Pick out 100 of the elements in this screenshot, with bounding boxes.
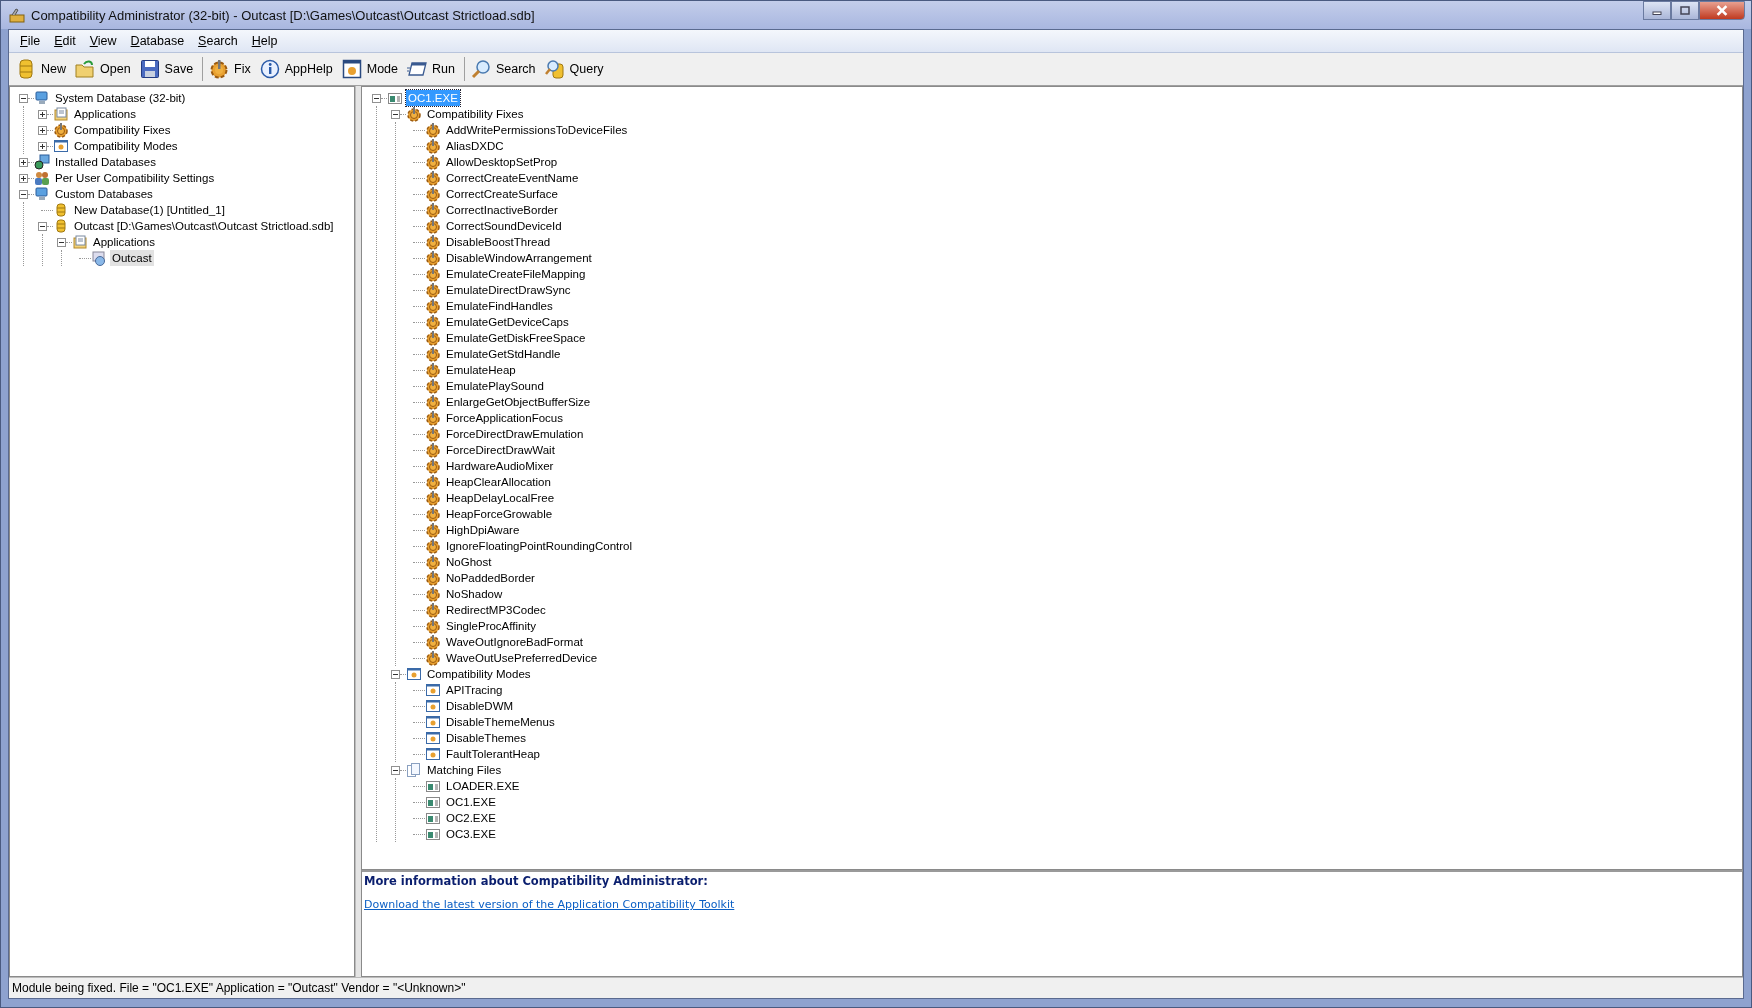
collapse-icon[interactable] — [372, 93, 381, 103]
tree-item[interactable]: EmulateGetStdHandle — [444, 346, 563, 362]
tree-item[interactable]: NoShadow — [444, 586, 505, 602]
tree-item[interactable]: OC3.EXE — [444, 826, 498, 842]
tree-item[interactable]: SingleProcAffinity — [444, 618, 538, 634]
toolbar-button[interactable]: Fix — [206, 57, 257, 81]
tree-item[interactable]: AddWritePermissionsToDeviceFiles — [444, 122, 630, 138]
tree-item[interactable]: DisableThemeMenus — [444, 714, 557, 730]
tree-item[interactable]: EmulateFindHandles — [444, 298, 555, 314]
tree-item[interactable]: DisableBoostThread — [444, 234, 553, 250]
tree-item[interactable]: HardwareAudioMixer — [444, 458, 556, 474]
tree-item[interactable]: DisableDWM — [444, 698, 516, 714]
tree-item[interactable]: DisableWindowArrangement — [444, 250, 594, 266]
collapse-icon[interactable] — [391, 765, 400, 775]
gear-icon — [425, 490, 441, 506]
tree-item[interactable]: Compatibility Modes — [72, 138, 180, 154]
tree-item[interactable]: HeapDelayLocalFree — [444, 490, 557, 506]
tree-item[interactable]: EmulateGetDeviceCaps — [444, 314, 571, 330]
tree-item[interactable]: EnlargeGetObjectBufferSize — [444, 394, 593, 410]
menu-item[interactable]: Help — [244, 34, 285, 48]
tree-item[interactable]: EmulateHeap — [444, 362, 518, 378]
tree-item[interactable]: Custom Databases — [53, 186, 155, 202]
window-gear-icon — [425, 698, 441, 714]
expand-icon[interactable] — [38, 141, 47, 151]
tree-item[interactable]: WaveOutUsePreferredDevice — [444, 650, 600, 666]
tree-item[interactable]: Matching Files — [425, 762, 504, 778]
tree-item[interactable]: Compatibility Fixes — [72, 122, 173, 138]
tree-item[interactable]: Installed Databases — [53, 154, 158, 170]
tree-item[interactable]: AliasDXDC — [444, 138, 506, 154]
tree-item[interactable]: DisableThemes — [444, 730, 528, 746]
toolbar-button[interactable]: Search — [467, 57, 542, 81]
tree-item[interactable]: New Database(1) [Untitled_1] — [72, 202, 227, 218]
collapse-icon[interactable] — [391, 109, 400, 119]
menu-item[interactable]: Edit — [47, 34, 83, 48]
tree-item[interactable]: Applications — [72, 106, 138, 122]
tree-item[interactable]: Outcast — [110, 250, 154, 266]
tree-item[interactable]: AllowDesktopSetProp — [444, 154, 560, 170]
tree-item[interactable]: OC1.EXE — [444, 794, 498, 810]
expand-icon[interactable] — [38, 125, 47, 135]
toolbar-button[interactable]: Mode — [338, 57, 404, 81]
tree-item[interactable]: Compatibility Fixes — [425, 106, 526, 122]
expand-icon[interactable] — [19, 157, 28, 167]
tree-item[interactable]: ForceApplicationFocus — [444, 410, 565, 426]
collapse-icon[interactable] — [19, 189, 28, 199]
toolbar-button[interactable]: Open — [72, 57, 137, 81]
floppy-icon — [139, 59, 160, 79]
tree-item[interactable]: System Database (32-bit) — [53, 90, 188, 106]
tree-item[interactable]: NoGhost — [444, 554, 494, 570]
toolbar-button[interactable]: New — [13, 57, 72, 81]
tree-item[interactable]: APITracing — [444, 682, 505, 698]
tree-item[interactable]: ForceDirectDrawWait — [444, 442, 557, 458]
status-bar: Module being fixed. File = "OC1.EXE" Application = "Outcast" Vendor = "<Unknown>" — [9, 977, 1743, 998]
collapse-icon[interactable] — [19, 93, 28, 103]
tree-item[interactable]: HighDpiAware — [444, 522, 522, 538]
tree-item[interactable]: Per User Compatibility Settings — [53, 170, 217, 186]
toolbar-button[interactable]: AppHelp — [256, 57, 339, 81]
toolbar-button[interactable]: Save — [136, 57, 200, 81]
computer-icon — [34, 186, 50, 202]
tree-item[interactable]: CorrectCreateSurface — [444, 186, 560, 202]
gear-icon — [425, 186, 441, 202]
window-gear-icon — [341, 59, 362, 79]
close-icon — [1715, 5, 1729, 16]
menu-item[interactable]: View — [82, 34, 124, 48]
maximize-button[interactable] — [1671, 1, 1699, 20]
exe-window-icon — [425, 810, 441, 826]
tree-item[interactable]: EmulatePlaySound — [444, 378, 546, 394]
tree-item[interactable]: IgnoreFloatingPointRoundingControl — [444, 538, 635, 554]
tree-item[interactable]: RedirectMP3Codec — [444, 602, 548, 618]
exe-window-icon — [425, 778, 441, 794]
collapse-icon[interactable] — [391, 669, 400, 679]
collapse-icon[interactable] — [38, 221, 47, 231]
expand-icon[interactable] — [38, 109, 47, 119]
tree-item[interactable]: EmulateGetDiskFreeSpace — [444, 330, 588, 346]
toolbar-button[interactable]: Query — [541, 57, 610, 81]
tree-item[interactable]: NoPaddedBorder — [444, 570, 537, 586]
tree-item[interactable]: CorrectSoundDeviceId — [444, 218, 564, 234]
tree-item[interactable]: FaultTolerantHeap — [444, 746, 542, 762]
tree-item[interactable]: Outcast [D:\Games\Outcast\Outcast Strictload.sdb] — [72, 218, 336, 234]
tree-item[interactable]: CorrectCreateEventName — [444, 170, 581, 186]
menu-item[interactable]: Database — [123, 34, 192, 48]
expand-icon[interactable] — [19, 173, 28, 183]
tree-item[interactable]: OC2.EXE — [444, 810, 498, 826]
tree-item[interactable]: EmulateDirectDrawSync — [444, 282, 573, 298]
download-link[interactable]: Download the latest version of the Application Compatibility Toolkit — [364, 898, 735, 911]
minimize-button[interactable] — [1643, 1, 1671, 20]
tree-item[interactable]: ForceDirectDrawEmulation — [444, 426, 586, 442]
collapse-icon[interactable] — [57, 237, 66, 247]
close-button[interactable] — [1699, 1, 1745, 20]
menu-item[interactable]: File — [13, 34, 48, 48]
tree-item[interactable]: Compatibility Modes — [425, 666, 533, 682]
tree-item[interactable]: LOADER.EXE — [444, 778, 522, 794]
tree-item[interactable]: HeapForceGrowable — [444, 506, 555, 522]
window-title: Compatibility Administrator (32-bit) - Outcast [D:\Games\Outcast\Outcast Strictload.sdb] — [31, 7, 535, 23]
toolbar-button[interactable]: Run — [404, 57, 461, 81]
tree-item[interactable]: WaveOutIgnoreBadFormat — [444, 634, 585, 650]
tree-item[interactable]: HeapClearAllocation — [444, 474, 553, 490]
tree-item[interactable]: CorrectInactiveBorder — [444, 202, 560, 218]
tree-item[interactable]: Applications — [91, 234, 157, 250]
tree-item[interactable]: EmulateCreateFileMapping — [444, 266, 588, 282]
menu-item[interactable]: Search — [191, 34, 245, 48]
